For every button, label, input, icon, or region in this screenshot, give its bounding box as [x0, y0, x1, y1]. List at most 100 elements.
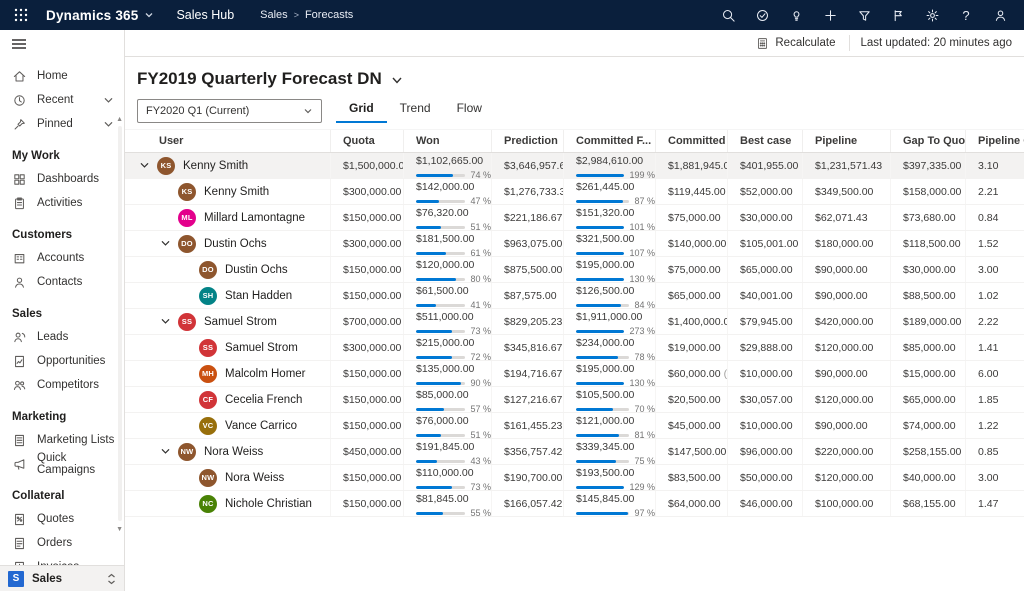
app-chevron-down-icon[interactable] — [144, 10, 154, 20]
search-icon[interactable] — [714, 2, 742, 28]
table-row[interactable]: CF Cecelia French $150,000.00 $85,000.00 57 … — [125, 387, 1024, 413]
table-row[interactable]: SS Samuel Strom $700,000.00 $511,000.00 73 %… — [125, 309, 1024, 335]
gap-to-quota-cell: $40,000.00 — [890, 465, 965, 490]
column-header-won[interactable]: Won — [403, 130, 491, 152]
sidebar-item-dashboards[interactable]: Dashboards — [0, 167, 124, 191]
sidebar-item-quick-campaigns[interactable]: Quick Campaigns — [0, 452, 124, 476]
sidebar-item-label: Recent — [37, 94, 74, 106]
won-cell-progress-bar — [416, 407, 466, 411]
row-expand-chevron-icon[interactable] — [160, 446, 178, 457]
table-row[interactable]: ML Millard Lamontagne $150,000.00 $76,320.0… — [125, 205, 1024, 231]
pipeline-coverage-cell: 1.02 — [965, 283, 1024, 308]
hamburger-menu-icon[interactable] — [0, 30, 124, 58]
column-header-best_case[interactable]: Best case — [727, 130, 802, 152]
table-row[interactable]: VC Vance Carrico $150,000.00 $76,000.00 51 %… — [125, 413, 1024, 439]
pipeline-cell: $62,071.43 — [802, 205, 890, 230]
tab-trend[interactable]: Trend — [387, 95, 444, 123]
user-name: Malcolm Homer — [225, 367, 306, 380]
sidebar-item-accounts[interactable]: Accounts — [0, 246, 124, 270]
avatar: SS — [178, 312, 196, 331]
sidebar-item-home[interactable]: Home — [0, 64, 124, 88]
topbar-icons: ? — [714, 2, 1014, 28]
account-icon[interactable] — [986, 2, 1014, 28]
column-header-user[interactable]: User — [125, 130, 330, 152]
table-row[interactable]: DO Dustin Ochs $300,000.00 $181,500.00 61 % $… — [125, 231, 1024, 257]
sidebar-item-quotes[interactable]: Quotes — [0, 507, 124, 531]
site-map-sidebar: ▲ ▼ Home Recent Pinned My Work Dashboards Act… — [0, 30, 125, 591]
breadcrumb-forecasts[interactable]: Forecasts — [305, 9, 353, 21]
orders-icon — [12, 536, 27, 551]
settings-icon[interactable] — [918, 2, 946, 28]
column-header-pipeline[interactable]: Pipeline — [802, 130, 890, 152]
breadcrumb-sales[interactable]: Sales — [260, 9, 288, 21]
sidebar-item-label: Leads — [37, 331, 69, 343]
committed-forecast-cell-progress-bar — [576, 277, 625, 281]
filter-icon[interactable] — [850, 2, 878, 28]
column-header-quota[interactable]: Quota — [330, 130, 403, 152]
row-expand-chevron-icon[interactable] — [160, 238, 178, 249]
command-bar: Recalculate Last updated: 20 minutes ago — [125, 30, 1024, 57]
committed-cell: $64,000.00 — [655, 491, 727, 516]
chevron-down-icon[interactable] — [103, 95, 114, 106]
column-header-committed_forecast[interactable]: Committed F... — [563, 130, 655, 152]
row-expand-chevron-icon[interactable] — [139, 160, 157, 171]
column-header-coverage[interactable]: Pipeline Covera... — [965, 130, 1024, 152]
sidebar-item-competitors[interactable]: Competitors — [0, 373, 124, 397]
sidebar-item-pinned[interactable]: Pinned — [0, 112, 124, 136]
column-header-prediction[interactable]: Predictionⓘ — [491, 130, 563, 152]
table-row[interactable]: DO Dustin Ochs $150,000.00 $120,000.00 80 % $… — [125, 257, 1024, 283]
table-row[interactable]: MH Malcolm Homer $150,000.00 $135,000.00 90 … — [125, 361, 1024, 387]
table-row[interactable]: SS Samuel Strom $300,000.00 $215,000.00 72 %… — [125, 335, 1024, 361]
sidebar-item-leads[interactable]: Leads — [0, 325, 124, 349]
forecast-selector-chevron-icon[interactable] — [390, 73, 404, 87]
table-row[interactable]: KS Kenny Smith $1,500,000.00$1,102,665.007… — [125, 153, 1024, 179]
row-expand-chevron-icon[interactable] — [160, 316, 178, 327]
sidebar-item-activities[interactable]: Activities — [0, 191, 124, 215]
column-header-committed[interactable]: Committed — [655, 130, 727, 152]
won-cell-progress-bar — [416, 199, 466, 203]
quota-cell: $150,000.00 — [330, 205, 403, 230]
period-select-value: FY2020 Q1 (Current) — [146, 105, 250, 117]
table-row[interactable]: SH Stan Hadden $150,000.00 $61,500.00 41 % $8… — [125, 283, 1024, 309]
flag-icon[interactable] — [884, 2, 912, 28]
hub-name[interactable]: Sales Hub — [176, 8, 234, 22]
tab-flow[interactable]: Flow — [444, 95, 495, 123]
won-cell: $191,845.00 43 % — [403, 439, 491, 464]
guided-help-icon[interactable] — [748, 2, 776, 28]
gap-to-quota-cell: $397,335.00 — [890, 153, 965, 178]
table-row[interactable]: NW Nora Weiss $150,000.00 $110,000.00 73 % $1… — [125, 465, 1024, 491]
sidebar-item-recent[interactable]: Recent — [0, 88, 124, 112]
user-name: Dustin Ochs — [225, 263, 288, 276]
sidebar-scrollbar[interactable] — [118, 126, 122, 521]
quota-cell: $700,000.00 — [330, 309, 403, 334]
won-cell-percent: 47 % — [470, 196, 491, 204]
sidebar-item-orders[interactable]: Orders — [0, 531, 124, 555]
waffle-menu-icon[interactable] — [8, 2, 34, 28]
sidebar-scroll-up-icon[interactable]: ▲ — [116, 116, 123, 123]
table-row[interactable]: KS Kenny Smith $300,000.00 $142,000.00 47 % $… — [125, 179, 1024, 205]
table-row[interactable]: NC Nichole Christian $150,000.00 $81,845.00… — [125, 491, 1024, 517]
sidebar-item-opportunities[interactable]: Opportunities — [0, 349, 124, 373]
column-header-label: Pipeline Covera... — [978, 135, 1024, 147]
committed-forecast-cell: $2,984,610.00 199 % — [563, 153, 655, 178]
sidebar-item-contacts[interactable]: Contacts — [0, 270, 124, 294]
tab-grid[interactable]: Grid — [336, 95, 387, 123]
column-header-gap_to_quota[interactable]: Gap To Quota — [890, 130, 965, 152]
sidebar-scroll-down-icon[interactable]: ▼ — [116, 526, 123, 533]
app-area-switcher[interactable]: S Sales — [0, 565, 124, 591]
pipeline-cell: $1,231,571.43 — [802, 153, 890, 178]
won-cell-percent: 90 % — [470, 378, 491, 386]
period-select[interactable]: FY2020 Q1 (Current) — [137, 99, 322, 123]
table-row[interactable]: NW Nora Weiss $450,000.00 $191,845.00 43 % $3… — [125, 439, 1024, 465]
sidebar-item-invoices[interactable]: Invoices — [0, 555, 124, 565]
recalculate-button[interactable]: Recalculate — [752, 34, 839, 53]
user-cell: DO Dustin Ochs — [125, 257, 330, 282]
chevron-down-icon[interactable] — [103, 119, 114, 130]
lightbulb-icon[interactable] — [782, 2, 810, 28]
help-icon[interactable]: ? — [952, 2, 980, 28]
committed-forecast-cell-percent: 84 % — [634, 300, 655, 308]
add-icon[interactable] — [816, 2, 844, 28]
committed-forecast-cell: $126,500.00 84 % — [563, 283, 655, 308]
sidebar-item-marketing-lists[interactable]: Marketing Lists — [0, 428, 124, 452]
sidebar-section-sales: Sales — [12, 308, 43, 320]
